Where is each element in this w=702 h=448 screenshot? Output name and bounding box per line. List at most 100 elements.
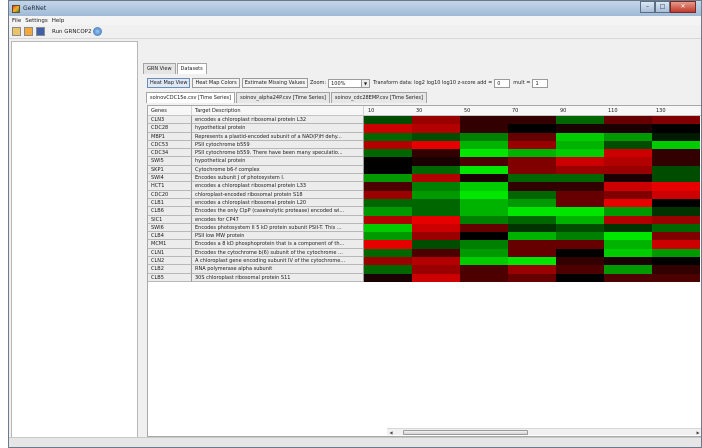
heatmap-cell[interactable] <box>604 174 652 183</box>
header-timepoint[interactable]: 90 <box>556 106 604 115</box>
heatmap-cell[interactable] <box>508 190 556 199</box>
header-timepoint[interactable]: 110 <box>604 106 652 115</box>
tab-datasets[interactable]: Datasets <box>176 63 207 74</box>
heatmap-cell[interactable] <box>508 273 556 282</box>
heatmap-cell[interactable] <box>508 165 556 175</box>
table-row[interactable]: CDC20 chloroplast-encoded ribosomal prote… <box>148 190 701 199</box>
table-row[interactable]: CLN3 encodes a chloroplast ribosomal prot… <box>148 116 701 125</box>
scroll-right-icon[interactable]: ▶ <box>694 429 701 436</box>
heatmap-cell[interactable] <box>652 223 700 233</box>
heatmap-cell[interactable] <box>364 240 412 249</box>
heatmap-cell[interactable] <box>412 124 460 133</box>
scroll-track[interactable] <box>395 429 694 435</box>
heatmap-cell[interactable] <box>604 240 652 249</box>
scroll-left-icon[interactable]: ◀ <box>387 429 395 436</box>
tab-dataset-cdc15[interactable]: soinovCDC15e.csv [Time Series] <box>146 92 236 103</box>
heatmap-cell[interactable] <box>460 174 508 183</box>
horizontal-scrollbar[interactable]: ◀ ▶ <box>387 428 701 436</box>
heatmap-cell[interactable] <box>460 273 508 282</box>
heatmap-cell[interactable] <box>556 265 604 274</box>
table-row[interactable]: CLB5 30S chloroplast ribosomal protein S1… <box>148 273 701 282</box>
heatmap-cell[interactable] <box>652 132 700 141</box>
heatmap-cell[interactable] <box>556 215 604 224</box>
header-genes[interactable]: Genes <box>148 106 192 115</box>
heatmap-cell[interactable] <box>460 223 508 233</box>
heatmap-cell[interactable] <box>412 207 460 216</box>
heat-map-view-button[interactable]: Heat Map View <box>147 78 191 88</box>
heatmap-cell[interactable] <box>412 240 460 249</box>
heatmap-cell[interactable] <box>604 165 652 175</box>
heatmap-cell[interactable] <box>652 124 700 133</box>
heatmap-cell[interactable] <box>556 240 604 249</box>
heatmap-cell[interactable] <box>364 190 412 199</box>
heatmap-cell[interactable] <box>460 140 508 150</box>
heatmap-cell[interactable] <box>508 223 556 233</box>
heatmap-cell[interactable] <box>460 232 508 241</box>
heatmap-cell[interactable] <box>412 248 460 258</box>
heatmap-cell[interactable] <box>364 223 412 233</box>
heatmap-cell[interactable] <box>364 174 412 183</box>
run-icon[interactable] <box>93 27 103 36</box>
heatmap-cell[interactable] <box>460 198 508 208</box>
heatmap-cell[interactable] <box>412 198 460 208</box>
heatmap-cell[interactable] <box>364 157 412 166</box>
heatmap-cell[interactable] <box>604 157 652 166</box>
heatmap-cell[interactable] <box>652 232 700 241</box>
heatmap-cell[interactable] <box>652 116 700 125</box>
heatmap-cell[interactable] <box>364 182 412 191</box>
heatmap-cell[interactable] <box>556 116 604 125</box>
add-field[interactable]: 0 <box>494 78 511 88</box>
heatmap-cell[interactable] <box>460 190 508 199</box>
heatmap-cell[interactable] <box>412 265 460 274</box>
heatmap-cell[interactable] <box>604 248 652 258</box>
heatmap-cell[interactable] <box>364 232 412 241</box>
zoom-select[interactable]: 100% ▼ <box>328 78 371 88</box>
heatmap-cell[interactable] <box>460 149 508 158</box>
heatmap-cell[interactable] <box>364 207 412 216</box>
tab-dataset-alpha[interactable]: soinov_alpha24P.csv [Time Series] <box>236 92 330 103</box>
table-row[interactable]: MBP1 Represents a plastid-encoded subunit… <box>148 132 701 141</box>
heatmap-cell[interactable] <box>556 198 604 208</box>
table-row[interactable]: SWI4 Encodes subunit J of photosystem I. <box>148 174 701 183</box>
heatmap-cell[interactable] <box>556 165 604 175</box>
heatmap-cell[interactable] <box>460 257 508 266</box>
heatmap-cell[interactable] <box>508 257 556 266</box>
heatmap-cell[interactable] <box>508 124 556 133</box>
table-row[interactable]: CLN1 Encodes the cytochrome b(6) subunit … <box>148 248 701 258</box>
heatmap-cell[interactable] <box>556 174 604 183</box>
table-row[interactable]: SWI5 hypothetical protein <box>148 157 701 166</box>
heatmap-cell[interactable] <box>604 198 652 208</box>
heatmap-cell[interactable] <box>556 149 604 158</box>
heatmap-cell[interactable] <box>508 207 556 216</box>
heatmap-cell[interactable] <box>412 223 460 233</box>
header-timepoint[interactable]: 10 <box>364 106 412 115</box>
table-row[interactable]: CLN2 A chloroplast gene encoding subunit … <box>148 257 701 266</box>
heatmap-cell[interactable] <box>556 132 604 141</box>
heatmap-cell[interactable] <box>364 257 412 266</box>
heatmap-cell[interactable] <box>412 174 460 183</box>
heatmap-cell[interactable] <box>652 165 700 175</box>
heatmap-cell[interactable] <box>652 248 700 258</box>
header-timepoint[interactable]: 70 <box>508 106 556 115</box>
heatmap-cell[interactable] <box>508 198 556 208</box>
heatmap-cell[interactable] <box>604 124 652 133</box>
run-grncop2-button[interactable]: Run GRNCOP2 <box>52 29 91 35</box>
heatmap-cell[interactable] <box>460 124 508 133</box>
heatmap-cell[interactable] <box>364 140 412 150</box>
heatmap-cell[interactable] <box>508 265 556 274</box>
heatmap-cell[interactable] <box>652 257 700 266</box>
heatmap-cell[interactable] <box>412 182 460 191</box>
heatmap-cell[interactable] <box>604 132 652 141</box>
scroll-thumb[interactable] <box>403 429 528 435</box>
heatmap-cell[interactable] <box>604 215 652 224</box>
heatmap-cell[interactable] <box>604 190 652 199</box>
heatmap-cell[interactable] <box>604 116 652 125</box>
heatmap-cell[interactable] <box>604 140 652 150</box>
close-button[interactable]: ✕ <box>670 1 696 13</box>
heatmap-cell[interactable] <box>412 215 460 224</box>
heatmap-cell[interactable] <box>508 140 556 150</box>
heatmap-cell[interactable] <box>460 165 508 175</box>
heatmap-cell[interactable] <box>556 257 604 266</box>
table-row[interactable]: CLB6 Encodes the only ClpP (caseinolytic … <box>148 207 701 216</box>
heatmap-cell[interactable] <box>604 232 652 241</box>
